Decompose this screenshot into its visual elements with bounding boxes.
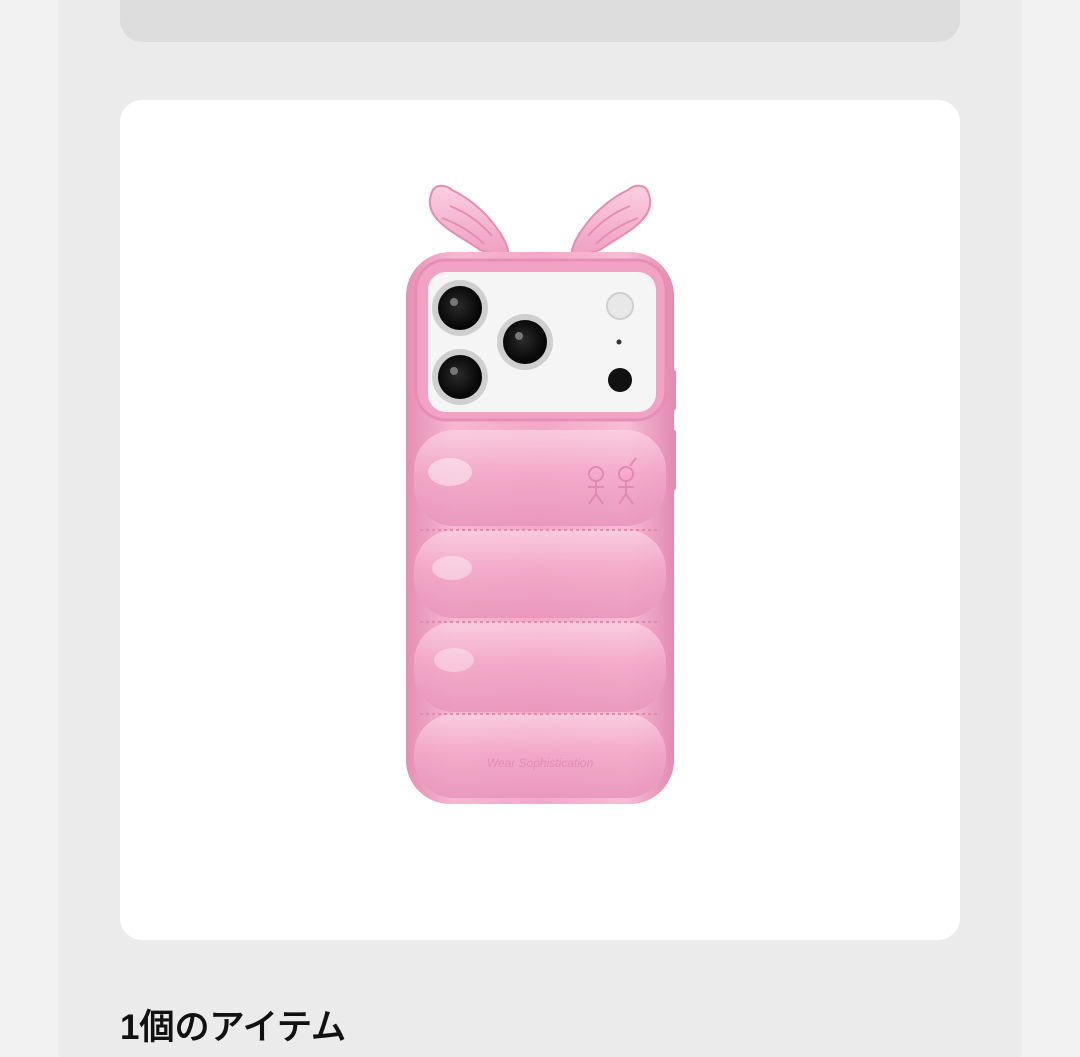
- left-wing-icon: [428, 184, 510, 260]
- product-image[interactable]: Wear Sophistication: [120, 100, 960, 940]
- puffer-ridges: [414, 430, 666, 798]
- right-wing-icon: [570, 184, 652, 260]
- camera-lens-icon: [432, 280, 488, 336]
- lidar-sensor-icon: [608, 368, 632, 392]
- previous-card: [120, 0, 960, 42]
- product-image-card[interactable]: Wear Sophistication: [120, 100, 960, 940]
- camera-module: [414, 258, 668, 422]
- camera-lens-icon: [497, 314, 553, 370]
- camera-lens-icon: [432, 349, 488, 405]
- embossed-brand-text: Wear Sophistication: [487, 756, 594, 770]
- mic-dot-icon: [616, 339, 622, 345]
- items-count-heading: 1個のアイテム: [120, 1008, 346, 1047]
- flash-icon: [606, 292, 634, 320]
